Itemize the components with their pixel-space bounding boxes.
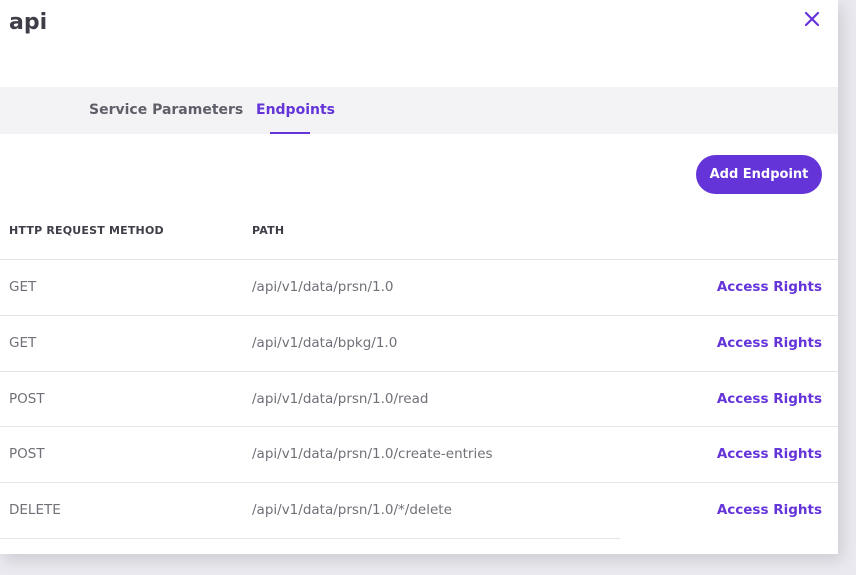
add-endpoint-button[interactable]: Add Endpoint: [696, 155, 822, 194]
method-cell: POST: [9, 391, 45, 407]
path-cell: /api/v1/data/prsn/1.0/read: [252, 391, 429, 407]
method-cell: POST: [9, 446, 45, 462]
tab-service-parameters[interactable]: Service Parameters: [89, 87, 243, 134]
path-cell: /api/v1/data/prsn/1.0/*/delete: [252, 502, 452, 518]
method-cell: GET: [9, 279, 37, 295]
table-bottom-divider: [0, 538, 620, 539]
method-cell: GET: [9, 335, 37, 351]
path-cell: /api/v1/data/prsn/1.0: [252, 279, 394, 295]
table-row: GET /api/v1/data/prsn/1.0 Access Rights: [0, 259, 838, 315]
table-row: POST /api/v1/data/prsn/1.0/read Access R…: [0, 371, 838, 427]
path-cell: /api/v1/data/prsn/1.0/create-entries: [252, 446, 493, 462]
path-cell: /api/v1/data/bpkg/1.0: [252, 335, 398, 351]
tab-endpoints[interactable]: Endpoints: [256, 87, 335, 134]
access-rights-link[interactable]: Access Rights: [717, 260, 822, 315]
column-header-method: HTTP REQUEST METHOD: [9, 224, 164, 237]
tab-bar: Service Parameters Endpoints: [0, 87, 838, 134]
table-row: DELETE /api/v1/data/prsn/1.0/*/delete Ac…: [0, 482, 838, 538]
endpoint-dialog: api Service Parameters Endpoints Add End…: [0, 0, 838, 554]
close-icon: [804, 11, 820, 27]
close-button[interactable]: [801, 8, 823, 30]
method-cell: DELETE: [9, 502, 61, 518]
column-header-path: PATH: [252, 224, 285, 237]
access-rights-link[interactable]: Access Rights: [717, 372, 822, 427]
access-rights-link[interactable]: Access Rights: [717, 316, 822, 371]
active-tab-indicator: [270, 132, 310, 134]
table-row: POST /api/v1/data/prsn/1.0/create-entrie…: [0, 426, 838, 482]
page-title: api: [9, 10, 48, 35]
access-rights-link[interactable]: Access Rights: [717, 427, 822, 482]
table-row: GET /api/v1/data/bpkg/1.0 Access Rights: [0, 315, 838, 371]
access-rights-link[interactable]: Access Rights: [717, 483, 822, 538]
